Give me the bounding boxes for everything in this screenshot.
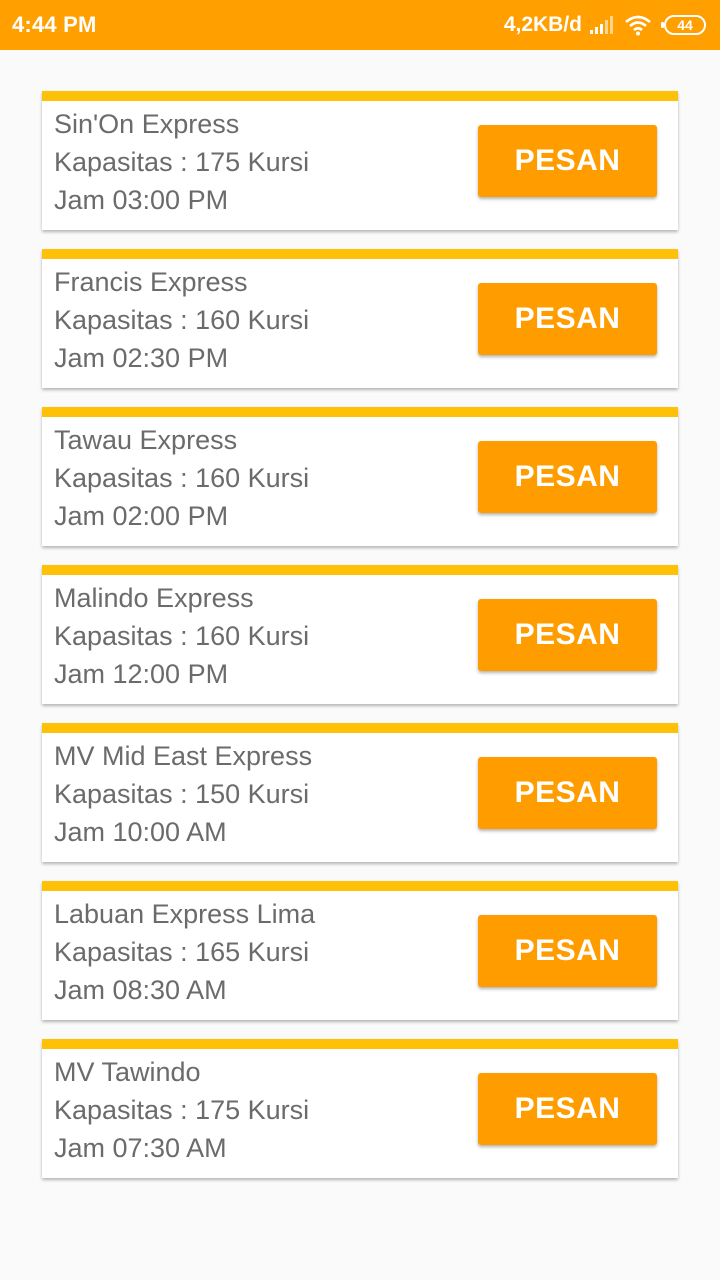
ferry-departure-time: Jam 02:30 PM	[54, 343, 229, 373]
ferry-capacity: Kapasitas : 165 Kursi	[54, 937, 310, 967]
ferry-info: Francis Express Kapasitas : 160 Kursi Jam …	[54, 263, 309, 377]
status-bar: 4:44 PM 4,2KB/d 44	[0, 0, 720, 50]
ferry-card: Labuan Express Lima Kapasitas : 165 Kursi…	[42, 881, 678, 1020]
ferry-info: MV Tawindo Kapasitas : 175 Kursi Jam 07:30…	[54, 1053, 309, 1167]
ferry-card: Malindo Express Kapasitas : 160 Kursi Jam …	[42, 565, 678, 704]
ferry-info: MV Mid East Express Kapasitas : 150 Kursi…	[54, 737, 312, 851]
ferry-capacity: Kapasitas : 150 Kursi	[54, 779, 310, 809]
ferry-name: Malindo Express	[54, 583, 254, 613]
pesan-button[interactable]: PESAN	[478, 283, 657, 355]
pesan-button[interactable]: PESAN	[478, 757, 657, 829]
ferry-capacity: Kapasitas : 175 Kursi	[54, 147, 310, 177]
battery-level: 44	[677, 17, 693, 33]
pesan-button[interactable]: PESAN	[478, 915, 657, 987]
ferry-departure-time: Jam 02:00 PM	[54, 501, 229, 531]
ferry-name: Tawau Express	[54, 425, 238, 455]
ferry-departure-time: Jam 08:30 AM	[54, 975, 227, 1005]
ferry-capacity: Kapasitas : 175 Kursi	[54, 1095, 310, 1125]
ferry-capacity: Kapasitas : 160 Kursi	[54, 621, 310, 651]
pesan-button[interactable]: PESAN	[478, 599, 657, 671]
ferry-name: MV Mid East Express	[54, 741, 313, 771]
ferry-departure-time: Jam 10:00 AM	[54, 817, 227, 847]
wifi-icon	[624, 14, 652, 36]
ferry-departure-time: Jam 03:00 PM	[54, 185, 229, 215]
ferry-departure-time: Jam 12:00 PM	[54, 659, 229, 689]
ferry-card: MV Tawindo Kapasitas : 175 Kursi Jam 07:30…	[42, 1039, 678, 1178]
ferry-info: Sin'On Express Kapasitas : 175 Kursi Jam 0…	[54, 105, 309, 219]
ferry-info: Malindo Express Kapasitas : 160 Kursi Jam …	[54, 579, 309, 693]
ferry-info: Labuan Express Lima Kapasitas : 165 Kursi…	[54, 895, 315, 1009]
pesan-button[interactable]: PESAN	[478, 1073, 657, 1145]
status-indicators: 4,2KB/d 44	[504, 13, 706, 37]
network-speed: 4,2KB/d	[503, 13, 582, 36]
ferry-name: Labuan Express Lima	[54, 899, 316, 929]
ferry-card: Sin'On Express Kapasitas : 175 Kursi Jam 0…	[42, 91, 678, 230]
status-time: 4:44 PM	[12, 12, 97, 37]
ferry-info: Tawau Express Kapasitas : 160 Kursi Jam 02…	[54, 421, 309, 535]
ferry-capacity: Kapasitas : 160 Kursi	[54, 305, 310, 335]
ferry-card: MV Mid East Express Kapasitas : 150 Kursi…	[42, 723, 678, 862]
signal-icon	[590, 16, 616, 34]
pesan-button[interactable]: PESAN	[478, 441, 657, 513]
ferry-card: Francis Express Kapasitas : 160 Kursi Jam …	[42, 249, 678, 388]
ferry-list: Sin'On Express Kapasitas : 175 Kursi Jam 0…	[42, 91, 678, 1197]
battery-icon: 44	[661, 15, 706, 35]
ferry-name: MV Tawindo	[54, 1057, 201, 1087]
ferry-capacity: Kapasitas : 160 Kursi	[54, 463, 310, 493]
ferry-name: Francis Express	[54, 267, 248, 297]
ferry-name: Sin'On Express	[54, 109, 240, 139]
pesan-button[interactable]: PESAN	[478, 125, 657, 197]
ferry-departure-time: Jam 07:30 AM	[54, 1133, 227, 1163]
ferry-card: Tawau Express Kapasitas : 160 Kursi Jam 02…	[42, 407, 678, 546]
